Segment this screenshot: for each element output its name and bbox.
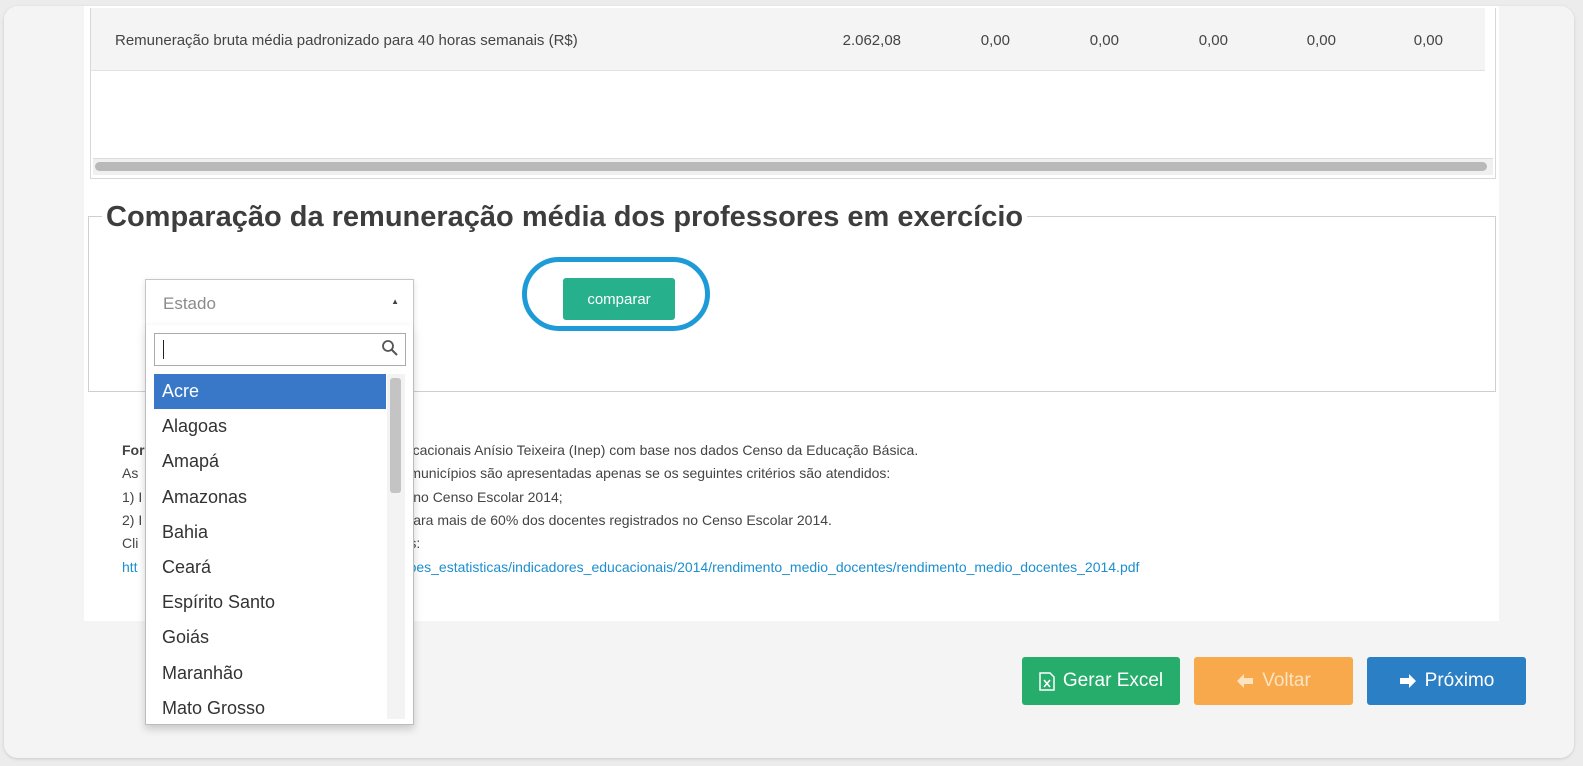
search-icon (382, 340, 398, 356)
note-line: no Censo Escolar 2014; (413, 489, 563, 505)
comparison-title: Comparação da remuneração média dos prof… (102, 201, 1028, 234)
table-cell: 0,00 (1306, 32, 1336, 49)
select-placeholder: Estado (163, 294, 216, 313)
next-button[interactable]: Próximo (1367, 657, 1526, 705)
scrollbar-thumb[interactable] (390, 378, 401, 493)
back-button[interactable]: Voltar (1194, 657, 1353, 705)
table-cell: 0,00 (1089, 32, 1119, 49)
dropdown-scrollbar[interactable] (387, 374, 405, 719)
note-line: ara mais de 60% dos docentes registrados… (413, 512, 832, 528)
row-label: Remuneração bruta média padronizado para… (115, 32, 578, 49)
note-line: municípios são apresentadas apenas se os… (409, 465, 891, 481)
dropdown-search[interactable] (154, 333, 406, 366)
note-prefix: As (122, 465, 139, 481)
text-caret (163, 340, 164, 359)
note-prefix: 1) I (122, 489, 143, 505)
state-option[interactable]: Bahia (154, 515, 386, 550)
search-input[interactable] (158, 337, 377, 363)
state-option[interactable]: Ceará (154, 550, 386, 585)
source-label: For (122, 442, 145, 458)
page-card: Remuneração bruta média padronizado para… (4, 6, 1574, 758)
caret-up-icon: ▲ (391, 297, 399, 306)
state-option[interactable]: Amazonas (154, 480, 386, 515)
state-select[interactable]: Estado ▲ (145, 279, 414, 326)
state-option[interactable]: Acre (154, 374, 386, 410)
scrollbar-thumb[interactable] (95, 162, 1487, 171)
table-cell: 0,00 (980, 32, 1010, 49)
state-option[interactable]: Goiás (154, 620, 386, 655)
next-label: Próximo (1424, 670, 1495, 691)
back-label: Voltar (1262, 670, 1311, 691)
state-option[interactable]: Maranhão (154, 656, 386, 691)
compare-button[interactable]: comparar (563, 278, 675, 320)
arrow-left-icon (1237, 674, 1254, 688)
note-prefix: 2) I (122, 512, 143, 528)
table-cell: 2.062,08 (842, 32, 901, 49)
state-options: Acre Alagoas Amapá Amazonas Bahia Ceará … (154, 374, 386, 719)
state-option[interactable]: Amapá (154, 444, 386, 479)
table-cell: 0,00 (1413, 32, 1443, 49)
table-row: Remuneração bruta média padronizado para… (91, 8, 1485, 71)
generate-excel-button[interactable]: Gerar Excel (1022, 657, 1180, 705)
table-horizontal-scrollbar[interactable] (93, 158, 1493, 175)
note-prefix: Cli (122, 535, 139, 551)
state-dropdown: Acre Alagoas Amapá Amazonas Bahia Ceará … (145, 325, 414, 725)
excel-label: Gerar Excel (1062, 670, 1164, 691)
excel-file-icon (1039, 671, 1055, 691)
state-option[interactable]: Mato Grosso (154, 691, 386, 719)
table-cell: 0,00 (1198, 32, 1228, 49)
state-option[interactable]: Alagoas (154, 409, 386, 444)
state-option[interactable]: Espírito Santo (154, 585, 386, 620)
data-table: Remuneração bruta média padronizado para… (90, 8, 1496, 179)
arrow-right-icon (1399, 674, 1416, 688)
